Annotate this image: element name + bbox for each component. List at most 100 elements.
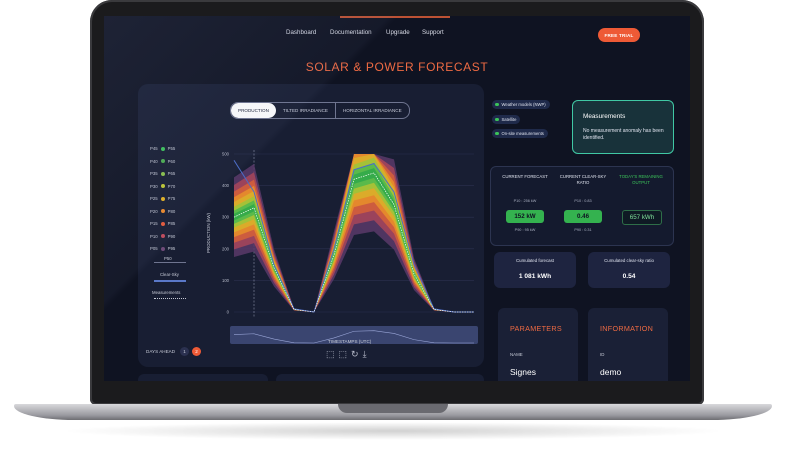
source-label: Weather models (NWP): [501, 102, 546, 107]
legend-row: P25 P75: [150, 196, 175, 201]
source-satellite: Satellite: [492, 115, 521, 124]
legend-row: P15 P85: [150, 221, 175, 226]
x-axis-title: TIMESTAMPS (UTC): [328, 339, 372, 344]
cumulated-forecast-value: 1 081 kWh: [518, 273, 552, 280]
legend-label: P60: [167, 158, 176, 164]
legend-label: P85: [167, 221, 176, 226]
legend-row: P40 P60: [150, 159, 175, 164]
measurements-title: Measurements: [583, 113, 626, 120]
production-chart: 500 400 300 200 100 0 PRODUCTION (kW): [206, 150, 478, 344]
legend-label: P55: [167, 146, 176, 151]
status-dot-icon: [495, 117, 499, 122]
page-title: SOLAR & POWER FORECAST: [305, 60, 489, 74]
nav-dashboard[interactable]: Dashboard: [286, 29, 316, 36]
legend-label: P25: [150, 196, 158, 201]
clearsky-value: 0.46: [564, 210, 602, 223]
legend-swatch-icon: [160, 221, 165, 226]
free-trial-button[interactable]: FREE TRIAL: [598, 28, 640, 42]
laptop-notch: [338, 404, 448, 413]
y-tick-label: 200: [222, 246, 230, 251]
remaining-head: TODAY'S REMAINING OUTPUT: [619, 174, 663, 185]
forecast-head: CURRENT FORECAST: [502, 174, 548, 179]
legend-measurements-line: [154, 298, 186, 299]
chart-tools: ⬚ ⬚ ↻ ⤓: [326, 349, 367, 360]
legend-row: P35 P65: [150, 171, 175, 176]
nav-support[interactable]: Support: [422, 29, 444, 36]
information-id-value: demo: [600, 367, 622, 377]
tab-production[interactable]: PRODUCTION: [231, 103, 276, 118]
zoom-in-icon[interactable]: ⬚: [326, 349, 335, 360]
app-screen: Dashboard Documentation Upgrade Support …: [104, 16, 690, 381]
forecast-p90: P90 : 95 kW: [514, 228, 536, 232]
legend-label: P05: [150, 246, 158, 251]
legend-row: P20 P80: [150, 209, 175, 214]
download-icon[interactable]: ⤓: [363, 349, 367, 360]
legend-label: P65: [167, 171, 176, 176]
legend-label: P75: [167, 196, 176, 201]
nav-documentation[interactable]: Documentation: [330, 29, 372, 36]
legend-swatch-icon: [160, 196, 165, 201]
source-nwp: Weather models (NWP): [492, 100, 550, 109]
legend-swatch-icon: [160, 234, 165, 238]
legend-swatch-icon: [160, 159, 165, 163]
status-dot-icon: [495, 102, 499, 107]
source-label: Satellite: [501, 117, 517, 122]
chart-tabs: PRODUCTION TILTED IRRADIANCE HORIZONTAL …: [230, 102, 410, 119]
legend-label: P35: [150, 171, 158, 176]
y-tick-label: 100: [222, 278, 230, 283]
nav-upgrade[interactable]: Upgrade: [386, 29, 410, 36]
y-axis-title: PRODUCTION (kW): [206, 212, 211, 253]
legend-clear-sky: Clear-Sky: [160, 272, 179, 277]
clearsky-head: CURRENT CLEAR-SKY RATIO: [559, 174, 607, 185]
legend-swatch-icon: [160, 146, 165, 151]
legend-swatch-icon: [160, 246, 165, 251]
tab-tilted-irradiance[interactable]: TILTED IRRADIANCE: [276, 103, 335, 118]
clearsky-p90: P90 : 0.31: [574, 228, 592, 232]
cumulated-clearsky-value: 0.54: [622, 273, 636, 280]
legend-label: P40: [150, 158, 158, 164]
status-dot-icon: [495, 131, 499, 136]
bottom-card-left: [138, 374, 268, 381]
remaining-value: 657 kWh: [622, 210, 662, 225]
legend-label: P10: [150, 233, 158, 239]
legend-label: P70: [167, 183, 176, 189]
legend-swatch-icon: [160, 209, 165, 213]
zoom-out-icon[interactable]: ⬚: [339, 349, 348, 360]
days-ahead-label: DAYS AHEAD: [146, 349, 176, 354]
source-label: On-site measurements: [501, 131, 544, 136]
cumulated-forecast-title: Cumulated forecast: [515, 258, 555, 263]
y-tick-label: 0: [227, 310, 230, 315]
legend-measurements: Measurements: [152, 290, 181, 295]
legend-row: P30 P70: [150, 184, 175, 189]
source-onsite: On-site measurements: [492, 129, 548, 138]
legend-p50: P50: [164, 256, 172, 261]
legend-p50-line: [154, 262, 186, 263]
cumulated-clearsky-title: Cumulated clear-sky ratio: [604, 258, 654, 263]
forecast-p10: P10 : 256 kW: [513, 199, 537, 203]
legend-label: P45: [150, 146, 158, 151]
parameters-name-value: Signes: [510, 367, 536, 377]
legend-label: P20: [150, 208, 158, 214]
legend-row: P45 P55: [150, 146, 175, 151]
information-id-label: ID: [600, 352, 605, 357]
topbar-accent: [340, 16, 450, 18]
forecast-value: 152 kW: [506, 210, 544, 223]
reset-icon[interactable]: ↻: [351, 349, 359, 360]
day-2-button[interactable]: 2: [192, 347, 201, 356]
day-1-button[interactable]: 1: [180, 347, 189, 356]
y-tick-label: 500: [222, 152, 230, 157]
legend-row: P05 P95: [150, 246, 175, 251]
legend-label: P90: [167, 233, 176, 239]
parameters-name-label: NAME: [510, 352, 523, 357]
legend-label: P95: [167, 246, 176, 251]
information-title: INFORMATION: [600, 324, 654, 333]
legend-row: P10 P90: [150, 234, 175, 239]
tab-horizontal-irradiance[interactable]: HORIZONTAL IRRADIANCE: [334, 103, 409, 118]
clearsky-p10: P10 : 0.83: [574, 199, 592, 203]
measurements-card: Measurements No measurement anomaly has …: [572, 100, 674, 154]
measurements-text: No measurement anomaly has been identifi…: [583, 128, 664, 141]
legend-swatch-icon: [160, 184, 165, 188]
parameters-title: PARAMETERS: [510, 324, 562, 333]
legend-clear-sky-line: [154, 280, 186, 282]
laptop-shadow: [60, 422, 726, 440]
